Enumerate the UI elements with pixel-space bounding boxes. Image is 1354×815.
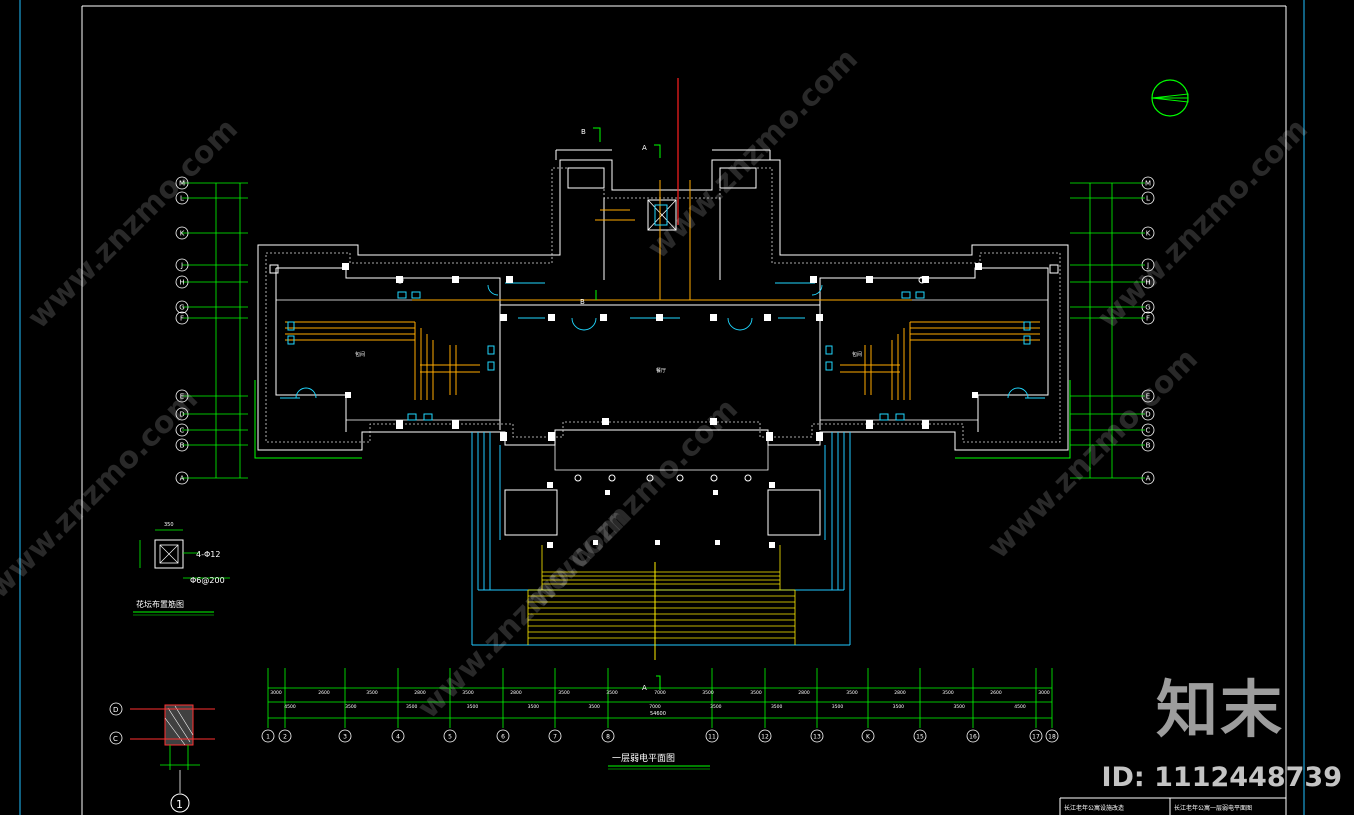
axis-label-left-f: F — [180, 315, 184, 323]
axis-label-bottom-3: 4 — [396, 734, 400, 741]
dim-mid-10: 3500 — [893, 704, 905, 710]
left-axis-grid — [182, 182, 248, 479]
dim-top-6: 3500 — [558, 690, 570, 696]
dim-mid-5: 3500 — [588, 704, 600, 710]
left-axis-bubbles: MLKJHGFEDCBA — [175, 176, 189, 485]
dim-mid-6: 7000 — [649, 704, 661, 710]
detail-dimension: 350 — [164, 522, 174, 528]
wall-section-axis-d: D — [113, 706, 118, 714]
axis-label-left-a: A — [180, 475, 185, 483]
watermark-site-6: www.znzmo.com — [1091, 112, 1315, 336]
section-marker-number: 1 — [176, 798, 183, 811]
axis-label-bottom-2: 3 — [343, 734, 347, 741]
wall-section-detail — [109, 702, 215, 813]
room-label-center: 餐厅 — [656, 367, 666, 374]
dim-mid-11: 3500 — [953, 704, 965, 710]
dim-top-15: 2600 — [990, 690, 1002, 696]
dim-mid-9: 3500 — [832, 704, 844, 710]
axis-label-left-b: B — [180, 442, 185, 450]
watermark-logo: 知末 — [1155, 673, 1284, 746]
dim-mid-12: 4500 — [1014, 704, 1026, 710]
cut-marker-b-mid: B — [580, 298, 585, 306]
dim-top-2: 3500 — [366, 690, 378, 696]
detail-title: 花坛布置筋图 — [136, 599, 184, 609]
dim-mid-0: 4500 — [284, 704, 296, 710]
watermark-site-7: www.znzmo.com — [521, 392, 745, 616]
room-label-right: 包间 — [852, 351, 862, 358]
structural-columns — [269, 263, 1059, 548]
axis-label-bottom-11: K — [866, 734, 871, 741]
watermark-site-3: www.znzmo.com — [641, 42, 865, 266]
axis-label-left-g: G — [179, 304, 184, 312]
cut-marker-a-bottom: A — [642, 684, 647, 692]
axis-label-bottom-12: 15 — [916, 734, 924, 741]
axis-label-bottom-8: 11 — [708, 734, 716, 741]
axis-label-bottom-13: 16 — [969, 734, 977, 741]
total-dimension: 54600 — [650, 711, 666, 717]
axis-label-right-a: A — [1146, 475, 1151, 483]
axis-label-right-f: F — [1146, 315, 1150, 323]
axis-label-bottom-1: 2 — [283, 734, 287, 741]
title-block-sheet: 长江老年公寓一层弱电平面图 — [1174, 804, 1252, 812]
dim-top-5: 2800 — [510, 690, 522, 696]
axis-label-bottom-4: 5 — [448, 734, 452, 741]
watermark-site-5: www.znzmo.com — [0, 382, 205, 606]
axis-label-bottom-15: 18 — [1048, 734, 1056, 741]
axis-label-right-m: M — [1145, 180, 1151, 188]
axis-label-right-k: K — [1146, 230, 1151, 238]
dim-mid-4: 3500 — [528, 704, 540, 710]
title-block-project: 长江老年公寓设施改造 — [1064, 804, 1124, 812]
cut-marker-b-top: B — [581, 128, 586, 136]
drawing-title: 一层弱电平面图 — [612, 752, 675, 764]
axis-label-bottom-14: 17 — [1032, 734, 1040, 741]
cut-marker-a-top: A — [642, 144, 647, 152]
axis-label-right-b: B — [1146, 442, 1151, 450]
dim-top-0: 3000 — [270, 690, 282, 696]
detail-note-rebar: 4-Φ12 — [196, 550, 220, 559]
north-arrow-icon — [1151, 79, 1189, 117]
dim-top-14: 3500 — [942, 690, 954, 696]
dim-top-10: 3500 — [750, 690, 762, 696]
room-label-left: 包间 — [355, 351, 365, 358]
watermark-diagonal: www.znzmo.com www.znzmo.com www.znzmo.co… — [0, 42, 1315, 726]
wall-section-axis-c: C — [113, 735, 118, 743]
axis-label-right-l: L — [1146, 195, 1150, 203]
axis-label-bottom-6: 7 — [553, 734, 557, 741]
axis-label-left-j: J — [180, 262, 183, 270]
cad-drawing-canvas: MLKJHGFEDCBA MLKJHGFEDCBA 3000 2600 3500 28… — [0, 0, 1315, 815]
dim-top-13: 2800 — [894, 690, 906, 696]
door-swings — [295, 284, 1029, 399]
watermark-site-1: www.znzmo.com — [21, 112, 245, 336]
watermark-site-4: www.znzmo.com — [981, 342, 1205, 566]
right-axis-bubbles: MLKJHGFEDCBA — [1141, 176, 1155, 485]
axis-label-bottom-5: 6 — [501, 734, 505, 741]
dim-top-9: 3500 — [702, 690, 714, 696]
axis-label-bottom-10: 13 — [813, 734, 821, 741]
bottom-axis-bubbles: 1 2 3 4 5 6 7 8 11 12 13 K 15 16 17 18 — [261, 729, 1059, 743]
dim-top-11: 2800 — [798, 690, 810, 696]
dim-top-8: 7000 — [654, 690, 666, 696]
bottom-dimension-values-mid: 4500 3500 3500 3500 3500 3500 7000 3500 3500 3500… — [284, 704, 1026, 710]
axis-label-right-c: C — [1146, 427, 1151, 435]
axis-label-left-h: H — [179, 279, 184, 287]
axis-label-left-k: K — [180, 230, 185, 238]
dim-mid-8: 3500 — [771, 704, 783, 710]
axis-label-bottom-7: 8 — [606, 734, 610, 741]
dim-top-12: 3500 — [846, 690, 858, 696]
dim-mid-1: 3500 — [345, 704, 357, 710]
bottom-dimension-values-top: 3000 2600 3500 2800 3500 2800 3500 3500 7000 3500… — [270, 690, 1050, 696]
watermark-id: ID: 1112448739 — [1101, 762, 1342, 793]
axis-label-bottom-0: 1 — [266, 734, 270, 741]
dim-top-7: 3500 — [606, 690, 618, 696]
dim-top-1: 2600 — [318, 690, 330, 696]
section-cut-markers — [593, 127, 661, 690]
axis-label-bottom-9: 12 — [761, 734, 769, 741]
dim-mid-7: 3500 — [710, 704, 722, 710]
dim-top-16: 3000 — [1038, 690, 1050, 696]
dim-mid-3: 3500 — [467, 704, 479, 710]
detail-note-stirrup: Φ6@200 — [190, 576, 225, 585]
